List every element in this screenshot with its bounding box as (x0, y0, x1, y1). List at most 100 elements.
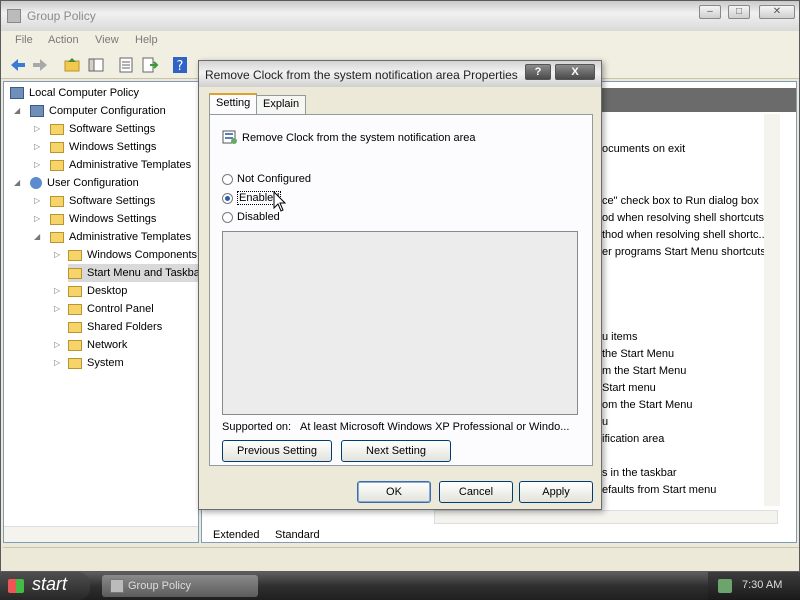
tree-desktop[interactable]: ▷ Desktop (54, 282, 127, 300)
show-hide-tree-icon[interactable] (87, 56, 105, 74)
next-setting-button[interactable]: Next Setting (341, 440, 451, 462)
radio-disabled[interactable]: Disabled (222, 210, 280, 226)
status-bar (3, 547, 799, 569)
tree-label: Local Computer Policy (29, 87, 140, 99)
radio-circle-selected (222, 192, 233, 204)
tree-horizontal-scrollbar[interactable] (4, 526, 198, 542)
help-icon[interactable]: ? (171, 56, 189, 74)
tree-uc-administrative-templates[interactable]: ◢ Administrative Templates (34, 228, 191, 246)
collapse-arrow-icon[interactable]: ◢ (34, 228, 40, 246)
policy-setting-icon (222, 130, 237, 144)
list-item[interactable]: u (602, 416, 608, 428)
list-item[interactable]: ocuments on exit (602, 143, 685, 155)
cancel-button[interactable]: Cancel (439, 481, 513, 503)
list-item[interactable]: thod when resolving shell shortc... (602, 229, 768, 241)
tree-control-panel[interactable]: ▷ Control Panel (54, 300, 154, 318)
tree-shared-folders[interactable]: Shared Folders (68, 318, 162, 336)
tree-start-menu-and-taskbar[interactable]: Start Menu and Taskbar (68, 264, 198, 282)
apply-button[interactable]: Apply (519, 481, 593, 503)
minimize-button[interactable]: – (699, 5, 721, 19)
list-item[interactable]: m the Start Menu (602, 365, 686, 377)
expand-arrow-icon[interactable]: ▷ (34, 156, 40, 174)
export-list-icon[interactable] (141, 56, 159, 74)
collapse-arrow-icon[interactable]: ◢ (14, 102, 20, 120)
list-item[interactable]: u items (602, 331, 637, 343)
expand-arrow-icon[interactable]: ▷ (54, 300, 60, 318)
close-button[interactable]: ✕ (759, 5, 795, 19)
window-titlebar[interactable]: Group Policy – □ ✕ (1, 1, 799, 31)
tree-label: Software Settings (69, 195, 156, 207)
tree-system[interactable]: ▷ System (54, 354, 124, 372)
maximize-button[interactable]: □ (728, 5, 750, 19)
svg-text:?: ? (177, 59, 184, 74)
list-item[interactable]: ification area (602, 433, 664, 445)
folder-icon (50, 159, 64, 171)
tree-label: System (87, 357, 124, 369)
policy-tree[interactable]: Local Computer Policy ◢ Computer Configur… (3, 81, 199, 543)
taskbar-item-group-policy[interactable]: Group Policy (102, 575, 258, 597)
list-vertical-scrollbar[interactable] (764, 114, 780, 506)
up-folder-icon[interactable] (63, 56, 81, 74)
tree-cc-administrative-templates[interactable]: ▷ Administrative Templates (34, 156, 191, 174)
tree-local-computer-policy[interactable]: Local Computer Policy (10, 84, 139, 102)
expand-arrow-icon[interactable]: ▷ (34, 138, 40, 156)
tree-uc-windows-settings[interactable]: ▷ Windows Settings (34, 210, 156, 228)
menu-view[interactable]: View (95, 34, 119, 46)
tree-label: Control Panel (87, 303, 154, 315)
back-arrow-icon[interactable] (9, 56, 27, 74)
radio-not-configured[interactable]: Not Configured (222, 172, 311, 188)
previous-setting-button[interactable]: Previous Setting (222, 440, 332, 462)
taskbar: start Group Policy 7:30 AM (0, 572, 800, 600)
forward-arrow-icon[interactable] (31, 56, 49, 74)
folder-icon (68, 303, 82, 315)
tree-uc-software-settings[interactable]: ▷ Software Settings (34, 192, 155, 210)
tray-network-icon[interactable] (718, 579, 732, 593)
tab-explain[interactable]: Explain (256, 95, 307, 115)
policy-icon (10, 87, 24, 100)
dialog-titlebar[interactable]: Remove Clock from the system notificatio… (199, 61, 601, 87)
list-item[interactable]: od when resolving shell shortcuts (602, 212, 764, 224)
menu-bar: File Action View Help (1, 31, 799, 51)
tab-setting[interactable]: Setting (209, 93, 258, 115)
list-item[interactable]: s in the taskbar (602, 467, 677, 479)
list-item[interactable]: ce" check box to Run dialog box (602, 195, 759, 207)
menu-file[interactable]: File (15, 34, 33, 46)
dialog-help-button[interactable]: ? (525, 64, 551, 80)
expand-arrow-icon[interactable]: ▷ (34, 192, 40, 210)
tree-computer-configuration[interactable]: ◢ Computer Configuration (14, 102, 166, 120)
menu-help[interactable]: Help (135, 34, 158, 46)
list-item[interactable]: efaults from Start menu (602, 484, 716, 496)
tree-cc-windows-settings[interactable]: ▷ Windows Settings (34, 138, 156, 156)
start-button[interactable]: start (0, 572, 90, 600)
tree-label: Software Settings (69, 123, 156, 135)
properties-icon[interactable] (117, 56, 135, 74)
menu-action[interactable]: Action (48, 34, 79, 46)
expand-arrow-icon[interactable]: ▷ (54, 354, 60, 372)
folder-icon (68, 321, 82, 333)
ok-button[interactable]: OK (357, 481, 431, 503)
expand-arrow-icon[interactable]: ▷ (34, 210, 40, 228)
tree-cc-software-settings[interactable]: ▷ Software Settings (34, 120, 155, 138)
list-item[interactable]: er programs Start Menu shortcuts (602, 246, 766, 258)
expand-arrow-icon[interactable]: ▷ (54, 282, 60, 300)
tree-label: Desktop (87, 285, 128, 297)
list-item[interactable]: om the Start Menu (602, 399, 693, 411)
tree-user-configuration[interactable]: ◢ User Configuration (14, 174, 139, 192)
expand-arrow-icon[interactable]: ▷ (34, 120, 40, 138)
window-title: Group Policy (27, 9, 96, 23)
collapse-arrow-icon[interactable]: ◢ (14, 174, 20, 192)
tab-standard[interactable]: Standard (275, 529, 320, 541)
list-item[interactable]: Start menu (602, 382, 656, 394)
list-item[interactable]: the Start Menu (602, 348, 674, 360)
list-horizontal-scrollbar[interactable] (434, 510, 778, 524)
folder-icon (68, 267, 82, 279)
tree-label: Network (87, 339, 128, 351)
expand-arrow-icon[interactable]: ▷ (54, 246, 60, 264)
app-icon (7, 9, 21, 23)
tree-network[interactable]: ▷ Network (54, 336, 127, 354)
tab-extended[interactable]: Extended (213, 529, 259, 541)
dialog-close-button[interactable]: X (555, 64, 595, 80)
tree-windows-components[interactable]: ▷ Windows Components (54, 246, 197, 264)
tray-clock[interactable]: 7:30 AM (742, 579, 782, 591)
expand-arrow-icon[interactable]: ▷ (54, 336, 60, 354)
